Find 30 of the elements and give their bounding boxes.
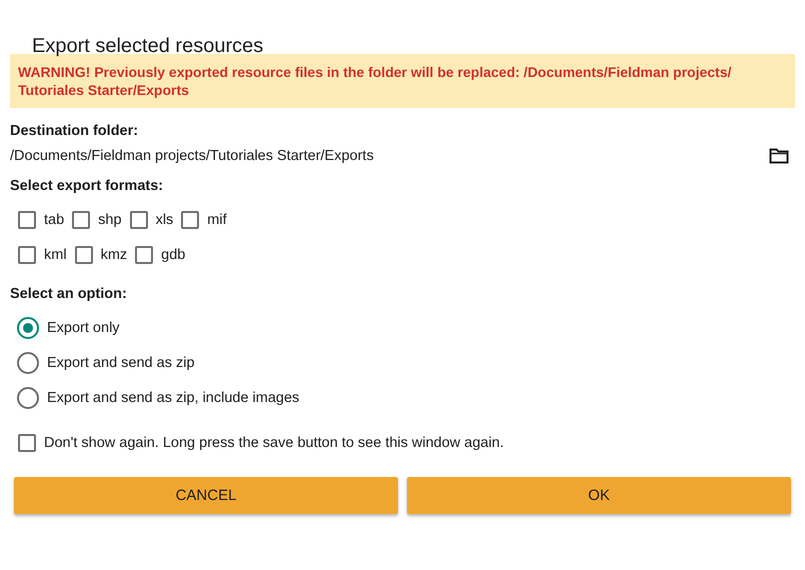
radio-button[interactable]	[17, 352, 39, 374]
checkbox-label[interactable]: Don't show again. Long press the save button to see this window again.	[44, 434, 504, 450]
folder-path: /Documents/Fieldman projects/Tutoriales Starter/Exports	[10, 148, 374, 164]
checkbox-label[interactable]: tab	[44, 212, 64, 228]
radio-label[interactable]: Export and send as zip, include images	[47, 390, 300, 406]
checkbox[interactable]	[18, 434, 36, 452]
radio-label[interactable]: Export and send as zip	[47, 354, 195, 370]
checkbox-label[interactable]: mif	[207, 212, 227, 228]
radio-label[interactable]: Export only	[47, 320, 120, 336]
section-label: Destination folder:	[10, 123, 140, 141]
checkbox-label[interactable]: kmz	[100, 246, 128, 262]
checkbox-label[interactable]: kml	[44, 246, 67, 262]
ok-button[interactable]: OK	[407, 477, 791, 514]
section-label: Select export formats:	[10, 178, 164, 196]
checkbox-label[interactable]: xls	[156, 212, 174, 228]
checkbox-label[interactable]: gdb	[161, 246, 186, 262]
folder-icon[interactable]	[769, 148, 789, 164]
checkbox[interactable]	[181, 210, 200, 228]
checkbox[interactable]	[135, 246, 154, 264]
checkbox[interactable]	[18, 246, 36, 264]
dialog-title: Export selected resources	[31, 34, 264, 54]
checkbox[interactable]	[130, 210, 148, 228]
cancel-button[interactable]: CANCEL	[14, 477, 398, 514]
checkbox[interactable]	[72, 210, 90, 228]
checkbox[interactable]	[18, 210, 36, 228]
checkbox[interactable]	[74, 246, 93, 264]
checkbox-label[interactable]: shp	[98, 212, 122, 228]
radio-button[interactable]	[17, 386, 39, 408]
radio-button[interactable]	[17, 316, 39, 338]
section-label: Select an option:	[10, 286, 128, 304]
